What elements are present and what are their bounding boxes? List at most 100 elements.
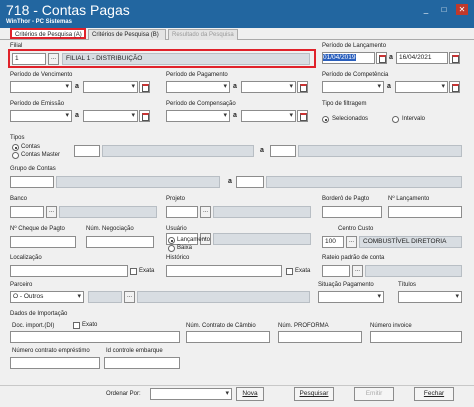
emissao-start-input[interactable] <box>10 110 72 122</box>
doc-exato-checkbox[interactable] <box>73 322 80 329</box>
banco-code-input[interactable] <box>10 206 44 218</box>
parceiro-select[interactable]: O - Outros <box>10 291 84 303</box>
grupo-contas-label: Grupo de Contas <box>10 166 56 172</box>
centro-custo-code-input[interactable]: 100 <box>322 236 344 248</box>
restore-button[interactable]: □ <box>438 4 450 15</box>
lancamento-start-calendar-icon[interactable] <box>376 52 387 64</box>
rateio-code-input[interactable] <box>322 265 350 277</box>
usuario-lancamento-radio[interactable] <box>168 237 175 244</box>
embarque-input[interactable] <box>104 357 180 369</box>
banco-lookup-button[interactable]: ... <box>46 206 57 218</box>
projeto-code-input[interactable] <box>166 206 198 218</box>
vencimento-end-input[interactable] <box>83 81 138 93</box>
periodo-lancamento-label: Período de Lançamento <box>322 43 387 49</box>
tab-bar: Critérios de Pesquisa (A) Critérios de P… <box>0 28 474 40</box>
lancamento-end-input[interactable]: 16/04/2021 <box>396 52 448 64</box>
tipos-start-name-field <box>102 145 254 157</box>
doc-import-input[interactable] <box>10 331 180 343</box>
projeto-lookup-button[interactable]: ... <box>200 206 211 218</box>
negociacao-label: Núm. Negociação <box>86 226 134 232</box>
minimize-button[interactable]: _ <box>420 4 432 15</box>
fechar-button[interactable]: Fechar <box>414 387 454 401</box>
cheque-label: Nº Cheque de Pagto <box>10 226 65 232</box>
banco-name-field <box>59 206 157 218</box>
tipos-contas-master-radio[interactable] <box>12 152 19 159</box>
bordero-input[interactable] <box>322 206 382 218</box>
compensacao-start-input[interactable] <box>166 110 230 122</box>
title-bar: 718 - Contas Pagas WinThor - PC Sistemas… <box>0 0 474 28</box>
competencia-sep: a <box>387 83 391 90</box>
compensacao-label: Período de Compensação <box>166 101 236 107</box>
proforma-input[interactable] <box>278 331 362 343</box>
emitir-button[interactable]: Emitir <box>354 387 394 401</box>
lancamento-num-input[interactable] <box>388 206 462 218</box>
localizacao-input[interactable] <box>10 265 128 277</box>
localizacao-label: Localização <box>10 255 42 261</box>
filial-code-input[interactable]: 1 <box>12 53 46 65</box>
historico-input[interactable] <box>166 265 282 277</box>
centro-custo-lookup-button[interactable]: ... <box>346 236 357 248</box>
emissao-calendar-icon[interactable] <box>139 110 150 122</box>
pesquisar-button[interactable]: Pesquisar <box>294 387 334 401</box>
usuario-baixa-label: Baixa <box>177 245 193 251</box>
tipos-end-code-input[interactable] <box>270 145 296 157</box>
close-button[interactable]: ✕ <box>456 4 468 15</box>
nova-button[interactable]: Nova <box>236 387 264 401</box>
tab-criterios-b[interactable]: Critérios de Pesquisa (B) <box>88 29 166 40</box>
tipos-start-code-input[interactable] <box>74 145 100 157</box>
competencia-label: Período de Competência <box>322 72 389 78</box>
lancamento-sep: a <box>389 54 393 61</box>
tab-resultado[interactable]: Resultado da Pesquisa <box>168 29 238 40</box>
negociacao-input[interactable] <box>86 236 154 248</box>
grupo-start-code-input[interactable] <box>10 176 54 188</box>
emitir-button-label: Emitir <box>365 390 383 397</box>
cheque-input[interactable] <box>10 236 76 248</box>
vencimento-start-input[interactable] <box>10 81 72 93</box>
grupo-end-code-input[interactable] <box>236 176 264 188</box>
lancamento-end-calendar-icon[interactable] <box>449 52 460 64</box>
filtragem-selecionados-label: Selecionados <box>332 116 369 122</box>
tab-criterios-a[interactable]: Critérios de Pesquisa (A) <box>10 28 86 39</box>
filtragem-selecionados-radio[interactable] <box>322 116 329 123</box>
contrato-cambio-label: Núm. Contrato de Câmbio <box>186 323 256 329</box>
pagamento-calendar-icon[interactable] <box>297 81 308 93</box>
ordenar-label: Ordenar Por: <box>106 391 141 397</box>
window: 718 - Contas Pagas WinThor - PC Sistemas… <box>0 0 474 407</box>
historico-exata-checkbox[interactable] <box>286 268 293 275</box>
projeto-label: Projeto <box>166 196 186 202</box>
filial-lookup-button[interactable]: ... <box>48 53 59 65</box>
emprestimo-input[interactable] <box>10 357 100 369</box>
pagamento-start-input[interactable] <box>166 81 230 93</box>
lancamento-start-input[interactable]: 01/04/2019 <box>322 52 375 64</box>
doc-import-label: Doc. import.(DI) <box>12 323 55 329</box>
parceiro-code-field <box>88 291 122 303</box>
invoice-input[interactable] <box>370 331 462 343</box>
filtragem-intervalo-radio[interactable] <box>392 116 399 123</box>
titulos-select[interactable] <box>398 291 462 303</box>
compensacao-calendar-icon[interactable] <box>297 110 308 122</box>
tipos-contas-radio[interactable] <box>12 144 19 151</box>
rateio-lookup-button[interactable]: ... <box>352 265 363 277</box>
competencia-end-input[interactable] <box>395 81 448 93</box>
tipos-contas-master-label: Contas Master <box>21 152 61 158</box>
competencia-calendar-icon[interactable] <box>449 81 460 93</box>
emissao-end-input[interactable] <box>83 110 138 122</box>
grupo-start-name-field <box>56 176 220 188</box>
tipos-end-name-field <box>298 145 462 157</box>
fechar-button-label: Fechar <box>423 390 445 397</box>
lancamento-start-value: 01/04/2019 <box>323 54 356 61</box>
usuario-name-field <box>213 233 311 245</box>
historico-exata-label: Exata <box>295 268 311 274</box>
usuario-baixa-radio[interactable] <box>168 245 175 252</box>
competencia-start-input[interactable] <box>322 81 384 93</box>
tipos-label: Tipos <box>10 135 25 141</box>
lancamento-num-label: Nº Lançamento <box>388 196 430 202</box>
ordenar-select[interactable] <box>150 388 232 400</box>
localizacao-exata-checkbox[interactable] <box>130 268 137 275</box>
parceiro-lookup-button[interactable]: ... <box>124 291 135 303</box>
situacao-select[interactable] <box>318 291 384 303</box>
pagamento-end-input[interactable] <box>241 81 296 93</box>
compensacao-end-input[interactable] <box>241 110 296 122</box>
contrato-cambio-input[interactable] <box>186 331 270 343</box>
vencimento-calendar-icon[interactable] <box>139 81 150 93</box>
